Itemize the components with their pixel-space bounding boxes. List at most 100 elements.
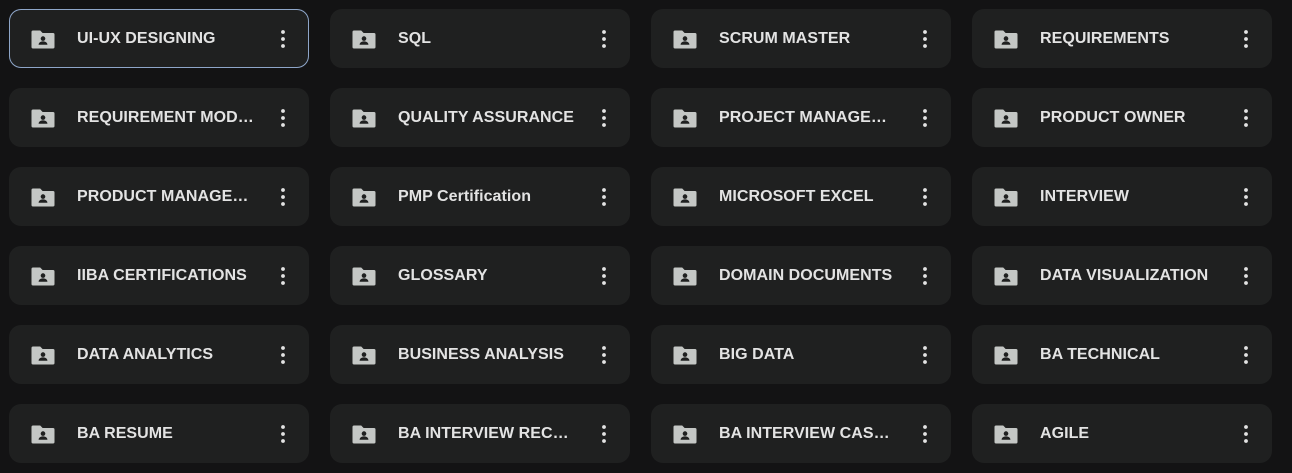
more-options-button[interactable] xyxy=(913,422,937,446)
more-vert-icon xyxy=(923,108,927,127)
more-vert-icon xyxy=(602,424,606,443)
more-options-button[interactable] xyxy=(592,264,616,288)
folder-grid: UI-UX DESIGNING SQL SCRUM MASTER REQUIRE… xyxy=(9,9,1272,463)
more-options-button[interactable] xyxy=(592,343,616,367)
folder-tile[interactable]: DATA VISUALIZATION xyxy=(972,246,1272,305)
more-options-button[interactable] xyxy=(592,422,616,446)
folder-tile[interactable]: MICROSOFT EXCEL xyxy=(651,167,951,226)
more-options-button[interactable] xyxy=(913,343,937,367)
more-options-button[interactable] xyxy=(913,106,937,130)
more-options-button[interactable] xyxy=(913,185,937,209)
folder-name: GLOSSARY xyxy=(398,266,488,284)
folder-tile[interactable]: SCRUM MASTER xyxy=(651,9,951,68)
folder-tile[interactable]: DATA ANALYTICS xyxy=(9,325,309,384)
more-vert-icon xyxy=(1244,266,1248,285)
folder-tile[interactable]: REQUIREMENT MODELLING xyxy=(9,88,309,147)
more-options-button[interactable] xyxy=(1234,27,1258,51)
more-vert-icon xyxy=(602,187,606,206)
more-options-button[interactable] xyxy=(1234,264,1258,288)
folder-tile[interactable]: QUALITY ASSURANCE xyxy=(330,88,630,147)
more-options-button[interactable] xyxy=(592,106,616,130)
folder-tile[interactable]: PROJECT MANAGEMENT xyxy=(651,88,951,147)
folder-name: IIBA CERTIFICATIONS xyxy=(77,266,247,284)
shared-folder-icon xyxy=(673,267,697,285)
folder-tile[interactable]: DOMAIN DOCUMENTS xyxy=(651,246,951,305)
more-vert-icon xyxy=(281,108,285,127)
more-options-button[interactable] xyxy=(592,185,616,209)
more-options-button[interactable] xyxy=(271,27,295,51)
folder-tile[interactable]: AGILE xyxy=(972,404,1272,463)
folder-tile[interactable]: GLOSSARY xyxy=(330,246,630,305)
shared-folder-icon xyxy=(31,188,55,206)
shared-folder-icon xyxy=(673,30,697,48)
more-vert-icon xyxy=(281,266,285,285)
more-vert-icon xyxy=(602,29,606,48)
folder-tile[interactable]: SQL xyxy=(330,9,630,68)
more-options-button[interactable] xyxy=(913,264,937,288)
folder-tile[interactable]: PRODUCT MANAGEMENT xyxy=(9,167,309,226)
shared-folder-icon xyxy=(673,188,697,206)
shared-folder-icon xyxy=(31,267,55,285)
folder-name: PROJECT MANAGEMENT xyxy=(719,108,899,126)
more-options-button[interactable] xyxy=(592,27,616,51)
more-vert-icon xyxy=(281,29,285,48)
folder-tile[interactable]: UI-UX DESIGNING xyxy=(9,9,309,68)
shared-folder-icon xyxy=(31,425,55,443)
folder-tile[interactable]: BUSINESS ANALYSIS xyxy=(330,325,630,384)
folder-tile[interactable]: BA RESUME xyxy=(9,404,309,463)
folder-name: BIG DATA xyxy=(719,345,795,363)
shared-folder-icon xyxy=(994,188,1018,206)
folder-tile[interactable]: PMP Certification xyxy=(330,167,630,226)
folder-name: DOMAIN DOCUMENTS xyxy=(719,266,893,284)
folder-name: DATA ANALYTICS xyxy=(77,345,214,363)
more-options-button[interactable] xyxy=(271,422,295,446)
folder-name: BA INTERVIEW RECORDINGS xyxy=(398,424,578,442)
more-vert-icon xyxy=(602,266,606,285)
folder-tile[interactable]: BIG DATA xyxy=(651,325,951,384)
shared-folder-icon xyxy=(673,346,697,364)
more-vert-icon xyxy=(1244,108,1248,127)
more-vert-icon xyxy=(281,187,285,206)
shared-folder-icon xyxy=(994,30,1018,48)
folder-name: MICROSOFT EXCEL xyxy=(719,187,874,205)
folder-name: SCRUM MASTER xyxy=(719,29,851,47)
folder-tile[interactable]: BA TECHNICAL xyxy=(972,325,1272,384)
more-vert-icon xyxy=(602,345,606,364)
folder-tile[interactable]: INTERVIEW xyxy=(972,167,1272,226)
more-options-button[interactable] xyxy=(271,264,295,288)
folder-tile[interactable]: BA INTERVIEW CASE STUDIES xyxy=(651,404,951,463)
more-vert-icon xyxy=(923,345,927,364)
shared-folder-icon xyxy=(673,109,697,127)
more-options-button[interactable] xyxy=(1234,185,1258,209)
folder-name: PMP Certification xyxy=(398,187,532,205)
more-vert-icon xyxy=(923,266,927,285)
folder-name: BA RESUME xyxy=(77,424,173,442)
more-options-button[interactable] xyxy=(271,185,295,209)
shared-folder-icon xyxy=(994,267,1018,285)
folder-tile[interactable]: IIBA CERTIFICATIONS xyxy=(9,246,309,305)
more-options-button[interactable] xyxy=(1234,343,1258,367)
more-options-button[interactable] xyxy=(271,343,295,367)
shared-folder-icon xyxy=(994,425,1018,443)
shared-folder-icon xyxy=(352,425,376,443)
shared-folder-icon xyxy=(31,109,55,127)
folder-name: BUSINESS ANALYSIS xyxy=(398,345,564,363)
folder-name: PRODUCT MANAGEMENT xyxy=(77,187,257,205)
more-vert-icon xyxy=(1244,29,1248,48)
folder-name: SQL xyxy=(398,29,432,47)
folder-name: BA TECHNICAL xyxy=(1040,345,1160,363)
shared-folder-icon xyxy=(994,109,1018,127)
more-options-button[interactable] xyxy=(1234,106,1258,130)
folder-tile[interactable]: PRODUCT OWNER xyxy=(972,88,1272,147)
folder-name: QUALITY ASSURANCE xyxy=(398,108,574,126)
more-vert-icon xyxy=(923,29,927,48)
more-options-button[interactable] xyxy=(913,27,937,51)
folder-name: REQUIREMENTS xyxy=(1040,29,1170,47)
shared-folder-icon xyxy=(352,188,376,206)
shared-folder-icon xyxy=(673,425,697,443)
folder-tile[interactable]: BA INTERVIEW RECORDINGS xyxy=(330,404,630,463)
more-options-button[interactable] xyxy=(271,106,295,130)
folder-tile[interactable]: REQUIREMENTS xyxy=(972,9,1272,68)
more-options-button[interactable] xyxy=(1234,422,1258,446)
folder-name: AGILE xyxy=(1040,424,1090,442)
